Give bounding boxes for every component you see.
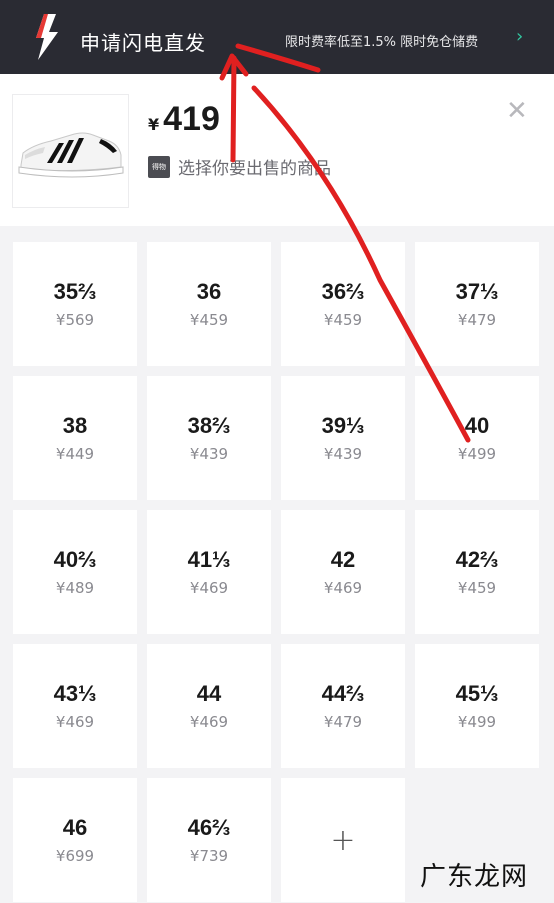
select-hint-text: 选择你要出售的商品: [178, 159, 331, 179]
size-option[interactable]: 46 ¥699: [13, 778, 137, 902]
size-option[interactable]: 40⅔ ¥489: [13, 510, 137, 634]
product-header: ¥ 419 得物 选择你要出售的商品 ✕: [0, 74, 554, 226]
size-label: 42⅔: [455, 547, 499, 572]
size-option[interactable]: 44⅔ ¥479: [281, 644, 405, 768]
size-option[interactable]: 42⅔ ¥459: [415, 510, 539, 634]
size-option[interactable]: 37⅓ ¥479: [415, 242, 539, 366]
product-image: [12, 94, 129, 208]
size-price: ¥479: [457, 311, 497, 329]
size-label: 35⅔: [53, 279, 97, 304]
size-label: 44: [196, 681, 222, 706]
price-display: ¥ 419: [148, 100, 220, 139]
add-size-button[interactable]: +: [281, 778, 405, 902]
currency-symbol: ¥: [148, 115, 160, 134]
chevron-right-icon[interactable]: ›: [516, 26, 523, 47]
size-option[interactable]: 44 ¥469: [147, 644, 271, 768]
size-option[interactable]: 36 ¥459: [147, 242, 271, 366]
lightning-bolt-icon: [36, 14, 58, 60]
size-price: ¥499: [457, 713, 497, 731]
size-label: 42: [330, 547, 356, 572]
size-option[interactable]: 35⅔ ¥569: [13, 242, 137, 366]
size-price: ¥489: [55, 579, 95, 597]
size-label: 36: [196, 279, 222, 304]
size-label: 39⅓: [321, 413, 365, 438]
size-label: 40⅔: [53, 547, 97, 572]
plus-icon: +: [330, 822, 356, 858]
size-option[interactable]: 39⅓ ¥439: [281, 376, 405, 500]
size-option[interactable]: 41⅓ ¥469: [147, 510, 271, 634]
size-option[interactable]: 43⅓ ¥469: [13, 644, 137, 768]
size-option[interactable]: 42 ¥469: [281, 510, 405, 634]
banner-title: 申请闪电直发: [80, 31, 206, 55]
app-badge-icon: 得物: [148, 155, 170, 178]
size-grid: 35⅔ ¥569 36 ¥459 36⅔ ¥459 37⅓ ¥479 38 ¥449 38…: [13, 242, 539, 902]
size-price: ¥469: [323, 579, 363, 597]
size-price: ¥439: [323, 445, 363, 463]
size-option[interactable]: 38⅔ ¥439: [147, 376, 271, 500]
flash-ship-banner[interactable]: 申请闪电直发 限时费率低至1.5% 限时免仓储费 ›: [0, 0, 554, 74]
size-label: 43⅓: [53, 681, 97, 706]
close-icon[interactable]: ✕: [506, 96, 528, 126]
size-option[interactable]: 46⅔ ¥739: [147, 778, 271, 902]
size-price: ¥459: [189, 311, 229, 329]
select-hint: 得物 选择你要出售的商品: [148, 154, 331, 179]
size-price: ¥459: [457, 579, 497, 597]
size-label: 46: [62, 815, 88, 840]
size-label: 38: [62, 413, 88, 438]
size-price: ¥469: [189, 579, 229, 597]
size-label: 44⅔: [321, 681, 365, 706]
size-label: 38⅔: [187, 413, 231, 438]
size-price: ¥439: [189, 445, 229, 463]
watermark-text: 广东龙网: [420, 862, 529, 892]
size-price: ¥459: [323, 311, 363, 329]
size-option[interactable]: 40 ¥499: [415, 376, 539, 500]
size-label: 45⅓: [455, 681, 499, 706]
size-price: ¥479: [323, 713, 363, 731]
size-label: 46⅔: [187, 815, 231, 840]
banner-promo: 限时费率低至1.5% 限时免仓储费: [285, 35, 479, 50]
size-price: ¥449: [55, 445, 95, 463]
size-price: ¥739: [189, 847, 229, 865]
sneaker-image: [18, 132, 124, 178]
lowest-price: 419: [163, 100, 220, 138]
size-price: ¥499: [457, 445, 497, 463]
size-price: ¥699: [55, 847, 95, 865]
size-option[interactable]: 38 ¥449: [13, 376, 137, 500]
size-label: 37⅓: [455, 279, 499, 304]
size-price: ¥469: [189, 713, 229, 731]
size-price: ¥569: [55, 311, 95, 329]
size-option[interactable]: 36⅔ ¥459: [281, 242, 405, 366]
size-label: 41⅓: [187, 547, 231, 572]
size-price: ¥469: [55, 713, 95, 731]
size-option[interactable]: 45⅓ ¥499: [415, 644, 539, 768]
size-label: 40: [464, 413, 490, 438]
size-label: 36⅔: [321, 279, 365, 304]
